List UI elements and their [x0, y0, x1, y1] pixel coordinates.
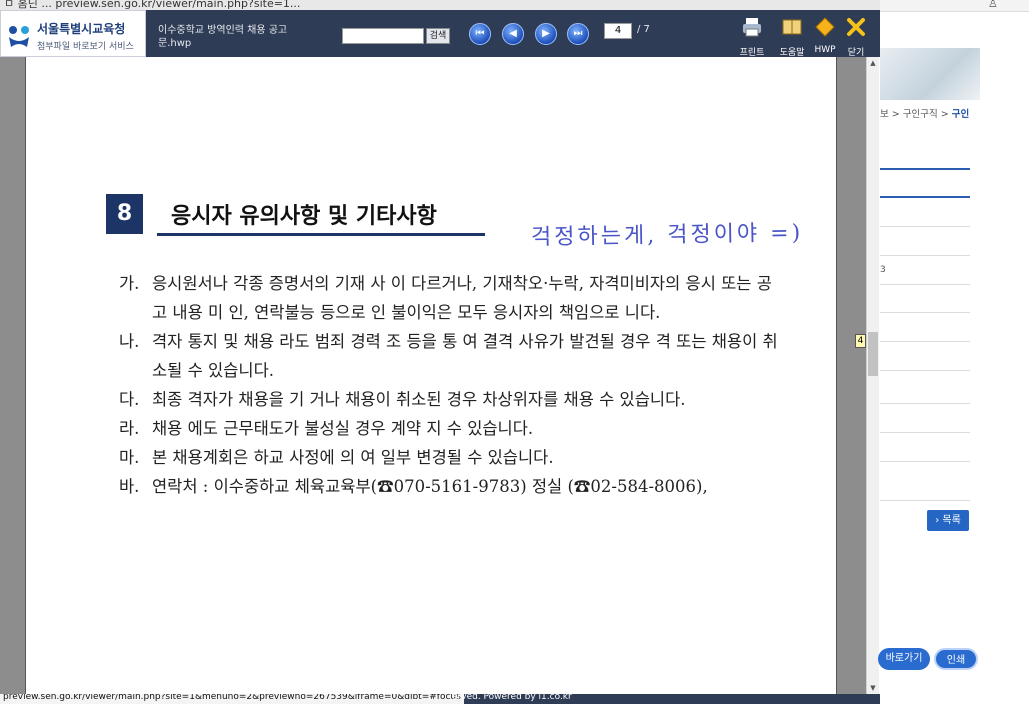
last-page-button[interactable]: ⏭ — [567, 23, 589, 45]
item-text: 최종 격자가 채용을 기 거나 채용이 취소된 경우 차상위자를 채용 수 있습… — [152, 390, 686, 409]
page-tooltip: 4 — [855, 334, 866, 348]
divider — [880, 312, 970, 313]
help-button[interactable]: 도움말 — [775, 16, 809, 58]
prev-page-button[interactable]: ◀ — [502, 23, 524, 45]
item-text: 채용 에도 근무태도가 불성실 경우 계약 지 수 있습니다. — [152, 419, 534, 438]
search-button[interactable]: 검색 — [426, 28, 450, 44]
list-item: 바. 연락처 : 이수중하교 체육교육부(☎070-5161-9783) 정실 … — [119, 472, 779, 501]
divider — [880, 461, 970, 462]
item-marker: 바. — [119, 477, 140, 496]
divider — [880, 284, 970, 285]
status-url: preview.sen.go.kr/viewer/main.php?site=1… — [0, 694, 464, 704]
list-item: 마. 본 채용계회은 하교 사정에 의 여 일부 변경될 수 있습니다. — [119, 443, 779, 472]
brand-block[interactable]: 서울특별시교육청 첨부파일 바로보기 서비스 — [0, 10, 146, 57]
divider — [880, 168, 970, 170]
scroll-thumb[interactable] — [868, 332, 878, 376]
banner-image — [880, 48, 980, 100]
document-page: 8 응시자 유의사항 및 기타사항 걱정하는게, 걱정이야 =) 가. 응시원서… — [25, 57, 837, 694]
item-marker: 가. — [119, 274, 140, 293]
brand-subtitle: 첨부파일 바로보기 서비스 — [37, 42, 134, 52]
print-button[interactable]: 프린트 — [735, 16, 769, 58]
list-item: 가. 응시원서나 각종 증명서의 기재 사 이 다르거나, 기재착오·누락, 자… — [119, 269, 779, 327]
browser-address-fragment: ㅁ 홈딘 ... preview.sen.go.kr/viewer/main.p… — [4, 0, 301, 10]
item-text: 본 채용계회은 하교 사정에 의 여 일부 변경될 수 있습니다. — [152, 448, 554, 467]
page-total: / 7 — [637, 24, 650, 35]
item-marker: 마. — [119, 448, 140, 467]
divider — [880, 370, 970, 371]
item-marker: 다. — [119, 390, 140, 409]
browser-strip-right: ♙ — [880, 0, 1029, 12]
viewer-toolbar: 서울특별시교육청 첨부파일 바로보기 서비스 이수중학교 방역인력 채용 공고문… — [0, 10, 880, 58]
list-item: 라. 채용 에도 근무태도가 불성실 경우 계약 지 수 있습니다. — [119, 414, 779, 443]
section-number: 8 — [106, 194, 143, 234]
document-title: 이수중학교 방역인력 채용 공고문.hwp — [158, 25, 288, 49]
list-item: 나. 격자 통지 및 채용 라도 범죄 경력 조 등을 통 여 결격 사유가 발… — [119, 327, 779, 385]
vertical-scrollbar[interactable]: ▲ ▼ — [866, 57, 879, 694]
item-marker: 라. — [119, 419, 140, 438]
breadcrumb-current[interactable]: 구인 — [952, 109, 969, 120]
browser-top-strip: ㅁ 홈딘 ... preview.sen.go.kr/viewer/main.p… — [0, 0, 880, 10]
scroll-down-arrow-icon[interactable]: ▼ — [867, 682, 879, 694]
person-search-icon: ♙ — [988, 0, 998, 10]
handwritten-note: 걱정하는게, 걱정이야 =) — [530, 220, 804, 251]
table-row-number: 3 — [880, 265, 886, 275]
hwp-icon — [815, 17, 835, 37]
print-page-button[interactable]: 인쇄 — [934, 648, 978, 670]
item-marker: 나. — [119, 332, 140, 351]
item-text: 응시원서나 각종 증명서의 기재 사 이 다르거나, 기재착오·누락, 자격미비… — [152, 274, 772, 322]
item-text: 격자 통지 및 채용 라도 범죄 경력 조 등을 통 여 결격 사유가 발견될 … — [152, 332, 778, 380]
help-book-icon — [782, 19, 802, 35]
brand-title: 서울특별시교육청 — [37, 22, 126, 36]
section-underline — [157, 233, 485, 236]
close-icon — [847, 18, 865, 36]
divider — [880, 255, 970, 256]
breadcrumb: 보 > 구인구직 > 구인 — [880, 106, 969, 120]
hwp-button[interactable]: HWP — [808, 16, 842, 56]
first-page-button[interactable]: ⏮ — [469, 23, 491, 45]
background-page: ♙ 보 > 구인구직 > 구인 3 — [880, 0, 1029, 704]
divider — [880, 432, 970, 433]
printer-icon — [743, 18, 761, 37]
next-page-button[interactable]: ▶ — [535, 23, 557, 45]
list-item: 다. 최종 격자가 채용을 기 거나 채용이 취소된 경우 차상위자를 채용 수… — [119, 385, 779, 414]
divider — [880, 226, 970, 227]
shortcut-button[interactable]: 바로가기 — [878, 648, 930, 670]
divider — [880, 196, 970, 198]
list-button[interactable]: › 목록 — [927, 510, 969, 531]
notice-list: 가. 응시원서나 각종 증명서의 기재 사 이 다르거나, 기재착오·누락, 자… — [119, 269, 779, 501]
divider — [880, 500, 970, 501]
breadcrumb-path[interactable]: 보 > 구인구직 > — [880, 109, 952, 120]
divider — [880, 403, 970, 404]
powered-by: erved. Powered by i1.co.kr — [452, 694, 572, 702]
seoul-education-logo-icon — [9, 26, 29, 47]
search-input[interactable] — [342, 28, 424, 44]
scroll-up-arrow-icon[interactable]: ▲ — [867, 57, 879, 69]
status-bar: preview.sen.go.kr/viewer/main.php?site=1… — [0, 694, 880, 704]
hwp-label: HWP — [814, 45, 836, 55]
close-button[interactable]: 닫기 — [839, 16, 873, 58]
item-text: 연락처 : 이수중하교 체육교육부(☎070-5161-9783) 정실 (☎0… — [152, 477, 708, 496]
document-viewport[interactable]: 8 응시자 유의사항 및 기타사항 걱정하는게, 걱정이야 =) 가. 응시원서… — [0, 57, 866, 694]
section-title: 응시자 유의사항 및 기타사항 — [171, 204, 437, 229]
page-number-input[interactable]: 4 — [604, 23, 632, 39]
divider — [880, 341, 970, 342]
